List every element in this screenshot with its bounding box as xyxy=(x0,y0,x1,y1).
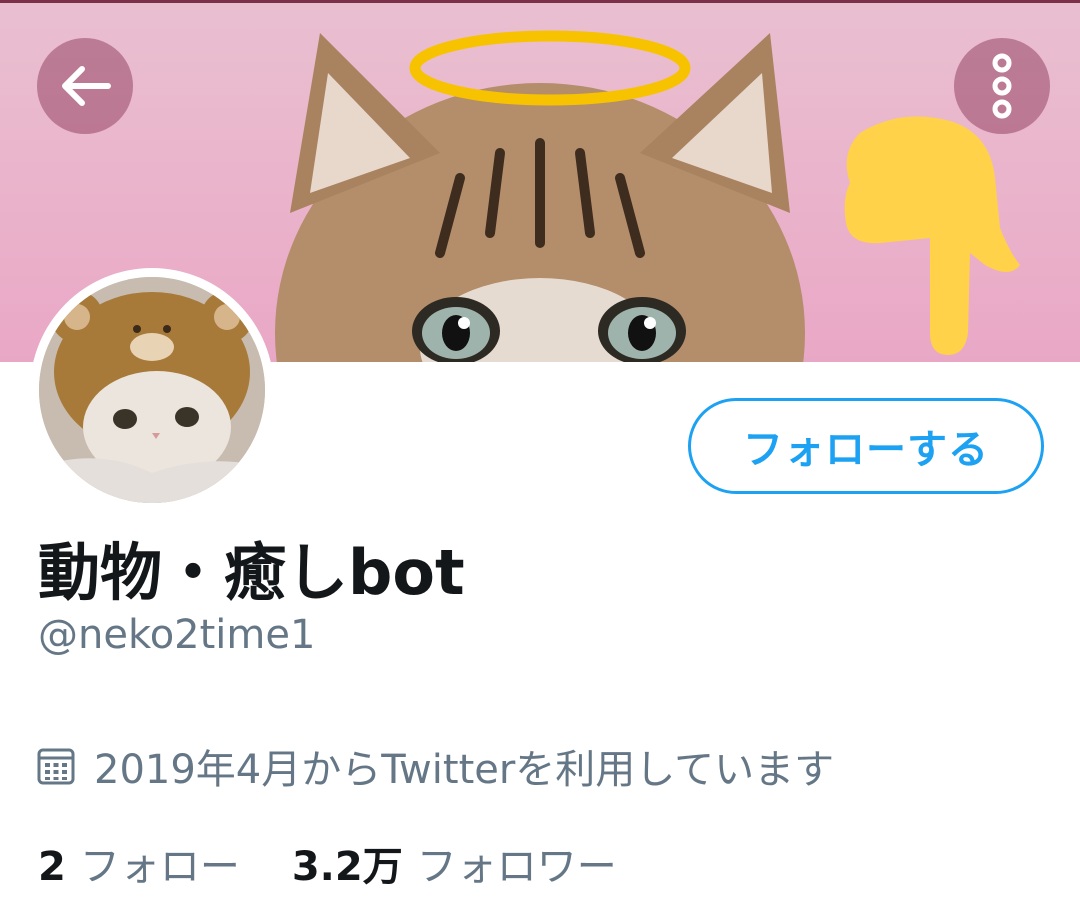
avatar[interactable] xyxy=(30,268,274,512)
display-name: 動物・癒しbot xyxy=(38,536,465,609)
back-button[interactable] xyxy=(37,38,133,134)
following-link[interactable]: 2 フォロー xyxy=(38,834,240,892)
username-handle: @neko2time1 xyxy=(38,612,316,658)
follow-stats: 2 フォロー 3.2万 フォロワー xyxy=(38,834,617,892)
avatar-image xyxy=(39,277,265,503)
followers-count: 3.2万 xyxy=(291,844,403,890)
more-options-button[interactable] xyxy=(954,38,1050,134)
followers-label: フォロワー xyxy=(416,844,617,890)
arrow-left-icon xyxy=(62,66,111,106)
joined-date: 2019年4月からTwitterを利用しています xyxy=(36,740,835,793)
more-vertical-icon xyxy=(992,53,1012,119)
follow-button[interactable]: フォローする xyxy=(688,398,1044,494)
following-count: 2 xyxy=(38,844,66,890)
joined-date-text: 2019年4月からTwitterを利用しています xyxy=(94,747,835,793)
followers-link[interactable]: 3.2万 フォロワー xyxy=(292,834,617,892)
following-label: フォロー xyxy=(79,844,240,890)
calendar-icon xyxy=(37,748,75,785)
